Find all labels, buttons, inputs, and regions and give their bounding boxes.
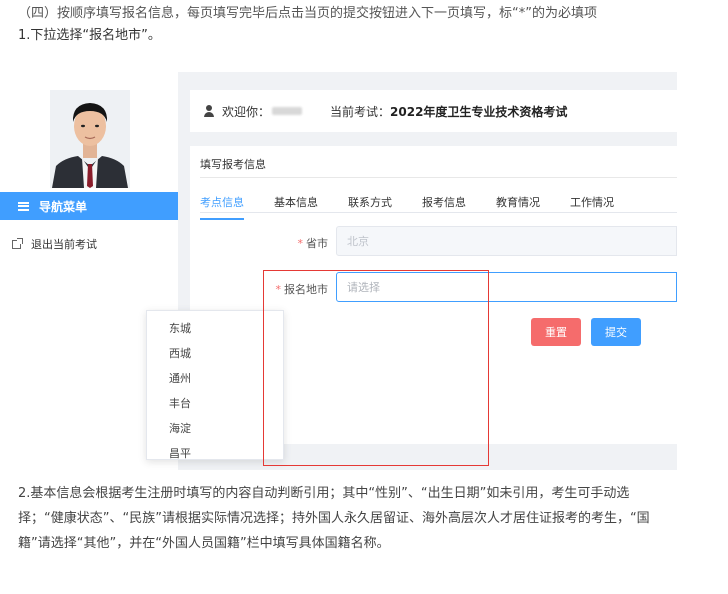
tabs-divider [200, 212, 677, 213]
dropdown-option-tongzhou[interactable]: 通州 [147, 366, 283, 391]
instruction-step-1: 1.下拉选择“报名地市”。 [18, 28, 161, 43]
dropdown-option-haidian[interactable]: 海淀 [147, 416, 283, 441]
exam-name: 2022年度卫生专业技术资格考试 [390, 104, 568, 119]
required-mark: * [275, 283, 282, 296]
instructions: （四）按顺序填写报名信息，每页填写完毕后点击当页的提交按钮进入下一页填写，标“*… [18, 4, 708, 46]
required-mark: * [297, 237, 304, 250]
divider [200, 177, 677, 178]
tab-exam-site[interactable]: 考点信息 [200, 194, 244, 220]
city-label: 报名地市 [284, 283, 328, 296]
exit-exam-label: 退出当前考试 [31, 238, 97, 251]
exit-exam-link[interactable]: 退出当前考试 [12, 236, 97, 252]
tab-application[interactable]: 报考信息 [422, 194, 466, 220]
form-title: 填写报考信息 [200, 158, 266, 171]
dropdown-option-changping[interactable]: 昌平 [147, 441, 283, 459]
province-field: 北京 [336, 226, 677, 256]
dropdown-option-fengtai[interactable]: 丰台 [147, 391, 283, 416]
province-label: 省市 [306, 237, 328, 250]
user-icon [204, 105, 214, 117]
greeting-label: 欢迎你： [222, 104, 271, 119]
form-tabs: 考点信息 基本信息 联系方式 报考信息 教育情况 工作情况 [200, 194, 644, 220]
menu-icon [18, 201, 29, 211]
instruction-step-2: 2.基本信息会根据考生注册时填写的内容自动判断引用；其中“性别”、“出生日期”如… [18, 486, 650, 551]
nav-menu-label: 导航菜单 [39, 199, 88, 214]
nav-menu-header[interactable]: 导航菜单 [0, 192, 178, 220]
dropdown-option-dongcheng[interactable]: 东城 [147, 316, 283, 341]
blurred-username [272, 107, 303, 115]
tab-education[interactable]: 教育情况 [496, 194, 540, 220]
province-label-wrap: * 省市 [248, 235, 329, 251]
tab-work[interactable]: 工作情况 [570, 194, 614, 220]
submit-button[interactable]: 提交 [591, 318, 641, 346]
city-select[interactable]: 请选择 [336, 272, 677, 302]
welcome-bar: 欢迎你： 当前考试： 2022年度卫生专业技术资格考试 [190, 90, 677, 132]
tab-contact[interactable]: 联系方式 [348, 194, 392, 220]
reset-button[interactable]: 重置 [531, 318, 581, 346]
screenshot-panel: 导航菜单 退出当前考试 欢迎你： 当前考试： 2022年度卫生专业技术资格考试 … [0, 72, 677, 470]
city-label-wrap: * 报名地市 [248, 281, 329, 297]
external-link-icon [12, 237, 23, 249]
city-dropdown: 东城 西城 通州 丰台 海淀 昌平 [146, 310, 284, 460]
instruction-heading: （四）按顺序填写报名信息，每页填写完毕后点击当页的提交按钮进入下一页填写，标“*… [18, 6, 597, 21]
avatar [50, 90, 130, 188]
exam-label: 当前考试： [330, 104, 391, 119]
dropdown-option-xicheng[interactable]: 西城 [147, 341, 283, 366]
tab-basic-info[interactable]: 基本信息 [274, 194, 318, 220]
